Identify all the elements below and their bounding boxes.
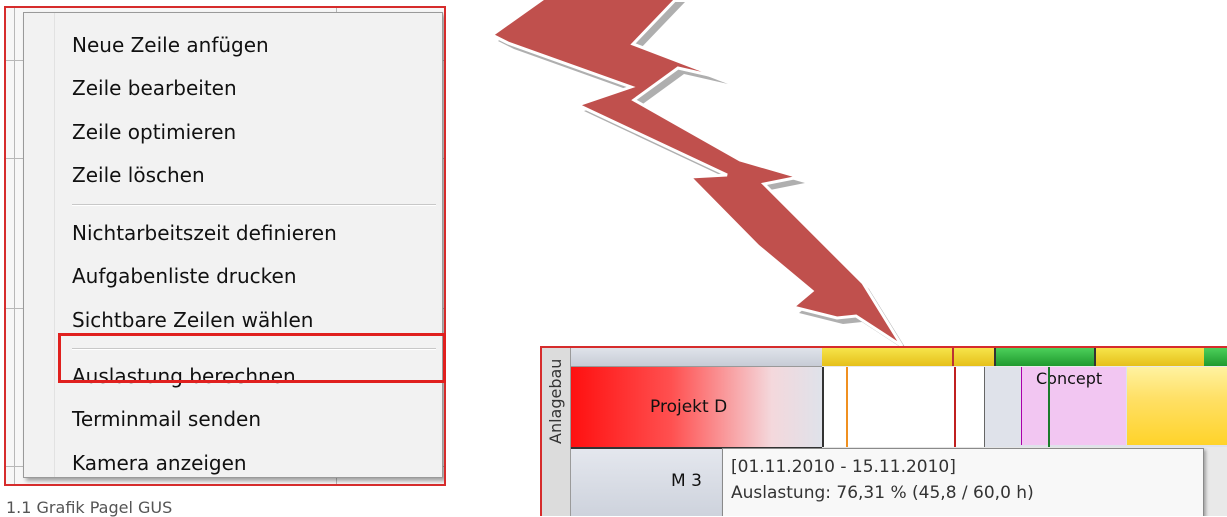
group-label-anlagebau: Anlagebau xyxy=(542,348,571,448)
group-label-text: Anlagebau xyxy=(546,358,565,444)
task-label: Concept xyxy=(1036,369,1103,388)
tooltip-utilization: Auslastung: 76,31 % (45,8 / 60,0 h) xyxy=(731,483,1034,503)
row-header-top xyxy=(571,348,822,367)
menu-item-terminmail-senden[interactable]: Terminmail senden xyxy=(72,399,261,439)
grid-line xyxy=(14,8,15,484)
menu-item-kamera-anzeigen[interactable]: Kamera anzeigen xyxy=(72,443,247,483)
group-label-bg xyxy=(542,448,571,516)
capacity-bar-green xyxy=(994,348,1096,366)
project-timeline: Concept xyxy=(822,367,1227,447)
project-label: Projekt D xyxy=(650,397,728,417)
menu-icon-gutter xyxy=(24,13,55,477)
menu-item-zeile-optimieren[interactable]: Zeile optimieren xyxy=(72,112,236,152)
capacity-bar-yellow xyxy=(952,348,996,366)
marker-line-orange xyxy=(846,367,848,447)
capacity-bar-yellow xyxy=(822,348,952,366)
context-menu-frame: Neue Zeile anfügen Zeile bearbeiten Zeil… xyxy=(4,6,446,486)
project-row-header[interactable]: Projekt D xyxy=(571,367,822,449)
capacity-bar-green xyxy=(1204,348,1227,366)
context-menu: Neue Zeile anfügen Zeile bearbeiten Zeil… xyxy=(23,12,443,478)
task-bar-yellow[interactable] xyxy=(1127,367,1227,445)
menu-item-zeile-bearbeiten[interactable]: Zeile bearbeiten xyxy=(72,68,237,108)
capacity-bar-yellow xyxy=(1094,348,1206,366)
gantt-chart-panel: Anlagebau Projekt D Concept M 3 [01.11.2… xyxy=(540,346,1227,516)
menu-item-neue-zeile[interactable]: Neue Zeile anfügen xyxy=(72,25,269,65)
figure-caption: 1.1 Grafik Pagel GUS xyxy=(6,498,173,517)
highlight-box-auslastung xyxy=(58,333,446,383)
menu-item-nichtarbeitszeit[interactable]: Nichtarbeitszeit definieren xyxy=(72,213,337,253)
marker-line-red xyxy=(954,367,956,447)
marker-line-green xyxy=(1048,367,1050,447)
menu-item-aufgabenliste-drucken[interactable]: Aufgabenliste drucken xyxy=(72,256,297,296)
menu-item-zeile-loeschen[interactable]: Zeile löschen xyxy=(72,155,205,195)
utilization-tooltip: [01.11.2010 - 15.11.2010] Auslastung: 76… xyxy=(722,448,1204,516)
task-bar-concept[interactable]: Concept xyxy=(1021,367,1126,445)
resource-label: M 3 xyxy=(671,471,702,491)
tooltip-date-range: [01.11.2010 - 15.11.2010] xyxy=(731,457,956,477)
menu-separator xyxy=(72,204,436,206)
